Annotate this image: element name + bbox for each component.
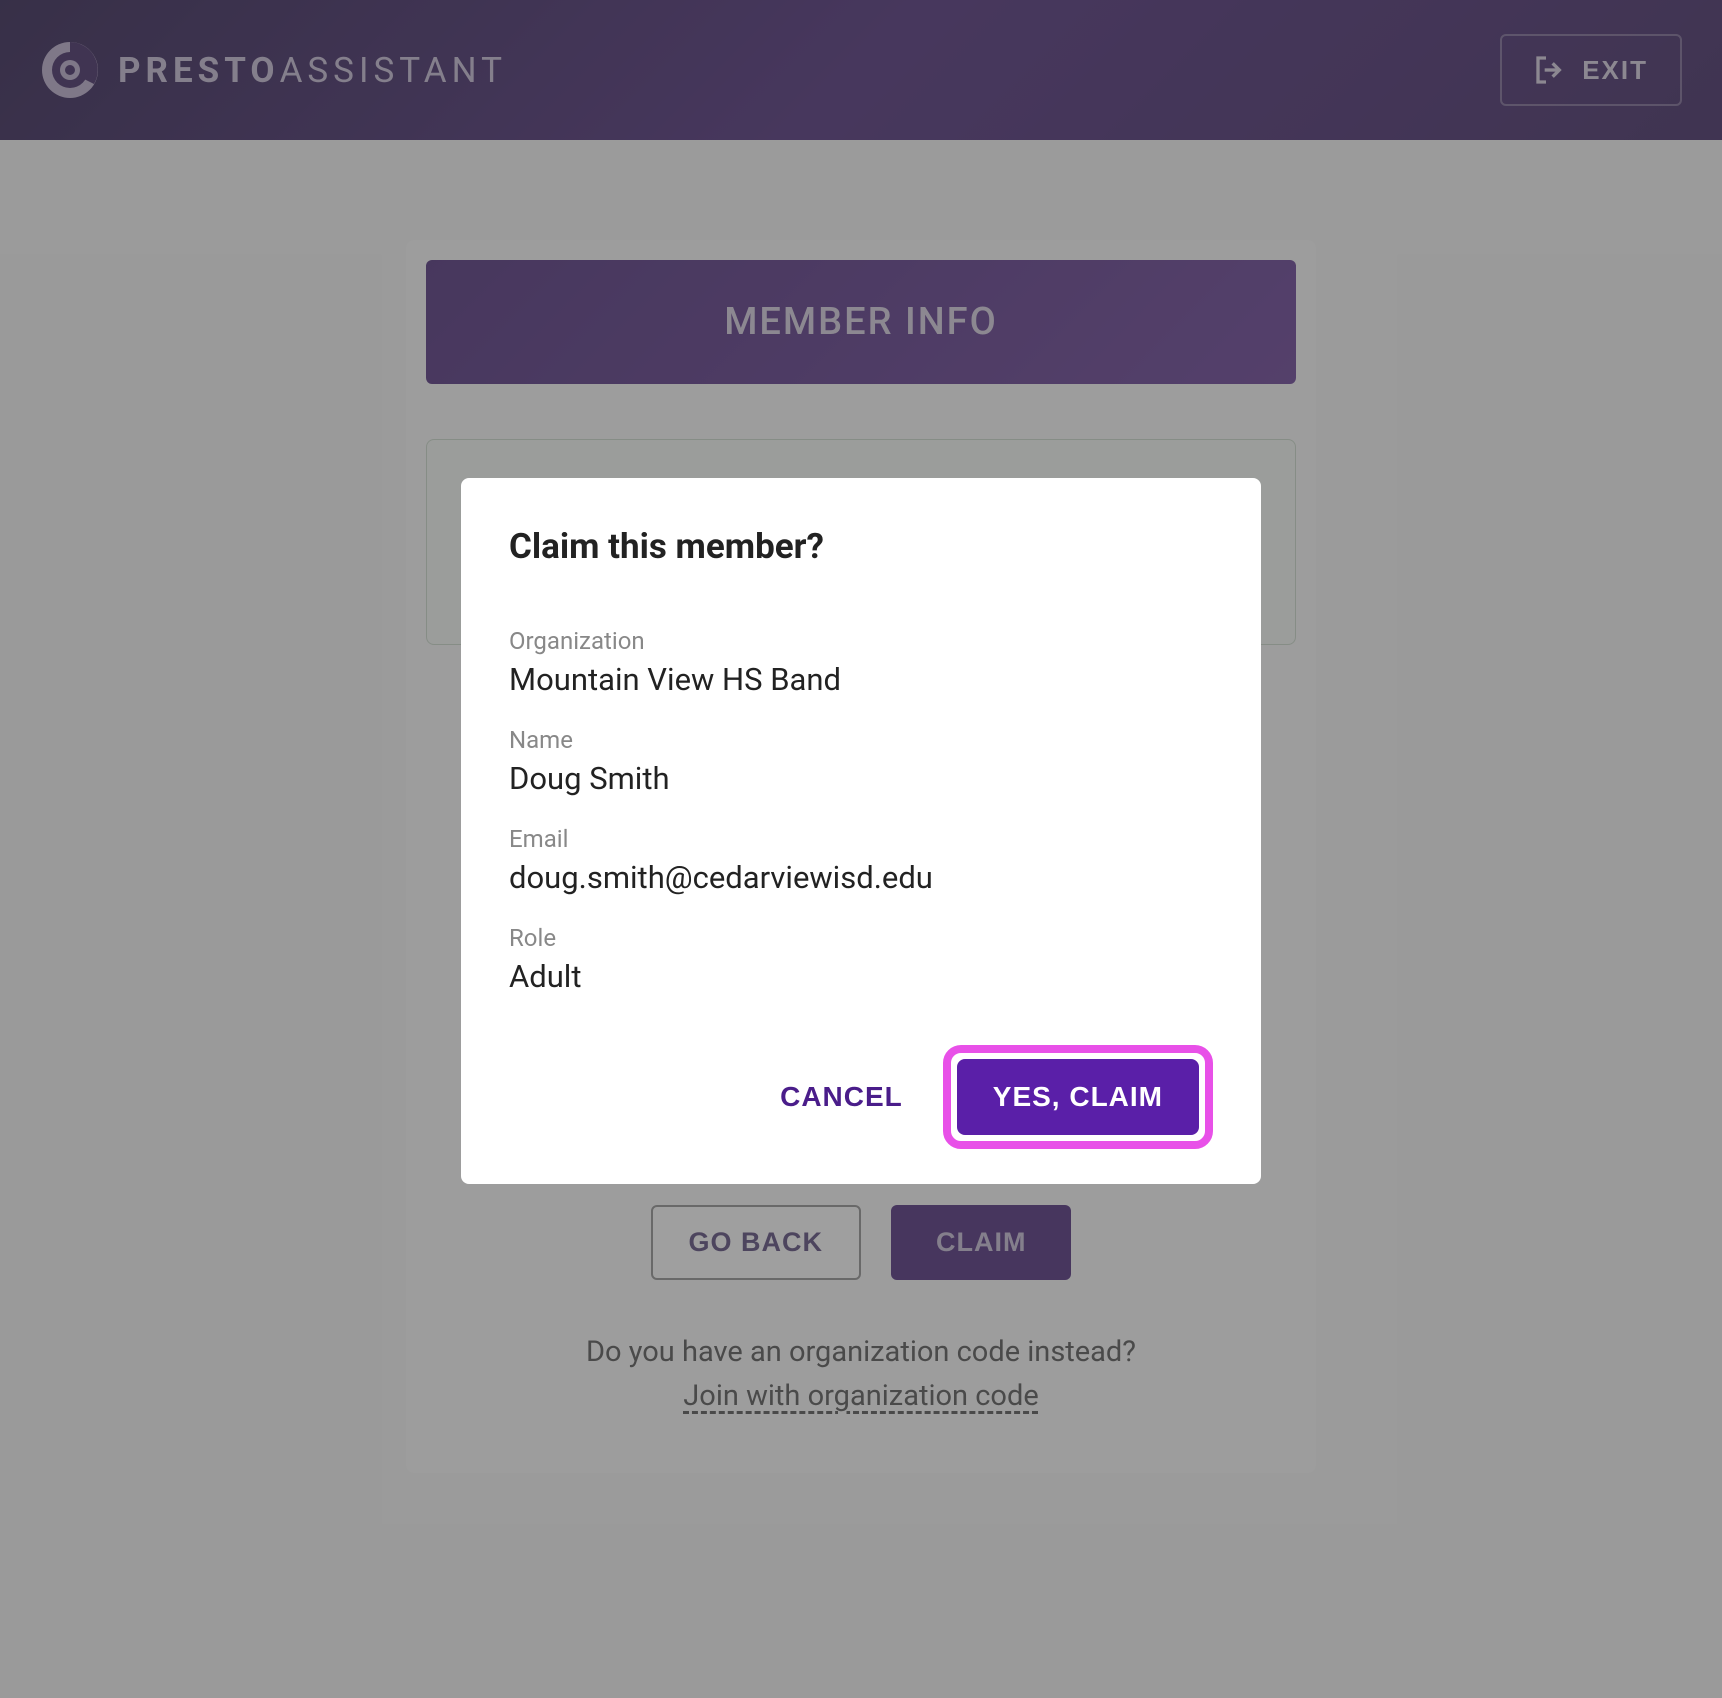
- yes-claim-button[interactable]: YES, CLAIM: [957, 1059, 1199, 1135]
- organization-label: Organization: [509, 627, 1213, 655]
- email-value: doug.smith@cedarviewisd.edu: [509, 859, 1213, 896]
- modal-buttons: CANCEL YES, CLAIM: [509, 1045, 1213, 1149]
- field-role: Role Adult: [509, 924, 1213, 995]
- name-value: Doug Smith: [509, 760, 1213, 797]
- claim-member-modal: Claim this member? Organization Mountain…: [461, 478, 1261, 1184]
- cancel-button[interactable]: CANCEL: [756, 1063, 927, 1131]
- organization-value: Mountain View HS Band: [509, 661, 1213, 698]
- modal-title: Claim this member?: [509, 526, 1213, 567]
- name-label: Name: [509, 726, 1213, 754]
- yes-claim-highlight: YES, CLAIM: [943, 1045, 1213, 1149]
- role-value: Adult: [509, 958, 1213, 995]
- role-label: Role: [509, 924, 1213, 952]
- field-name: Name Doug Smith: [509, 726, 1213, 797]
- modal-overlay[interactable]: Claim this member? Organization Mountain…: [0, 0, 1722, 1698]
- field-organization: Organization Mountain View HS Band: [509, 627, 1213, 698]
- field-email: Email doug.smith@cedarviewisd.edu: [509, 825, 1213, 896]
- email-label: Email: [509, 825, 1213, 853]
